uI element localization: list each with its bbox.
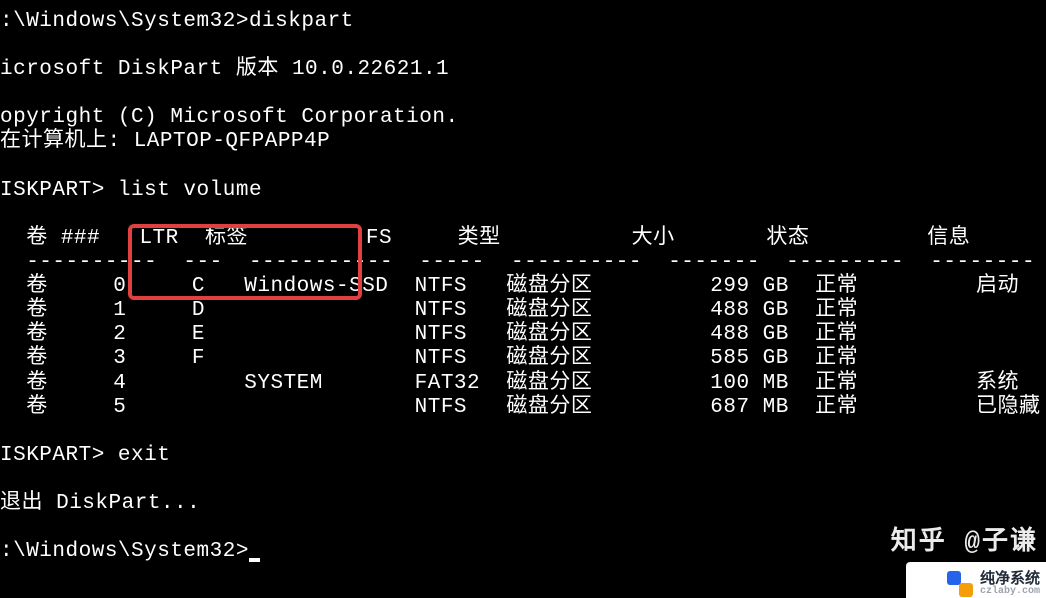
cell-vol: 卷 xyxy=(0,396,48,419)
header-status: 状态 xyxy=(675,227,810,250)
watermark-bottom: 纯净系统 czlaby.com xyxy=(946,570,1040,598)
cell-fs: NTFS xyxy=(388,323,467,346)
computer-line: 在计算机上: LAPTOP-QFPAPP4P xyxy=(0,130,1046,154)
header-vol: 卷 xyxy=(0,227,48,250)
prompt-path: :\Windows\System32> xyxy=(0,540,249,563)
cell-num: 4 xyxy=(48,372,127,395)
blank-line xyxy=(0,516,1046,540)
cell-info: 启动 xyxy=(858,275,1019,298)
cell-fs: NTFS xyxy=(388,347,467,370)
cell-ltr: F xyxy=(126,347,205,370)
exit-message: 退出 DiskPart... xyxy=(0,492,1046,516)
header-num: ### xyxy=(48,227,100,250)
cell-type: 磁盘分区 xyxy=(480,372,592,395)
cell-ltr xyxy=(126,396,205,419)
header-label: 标签 xyxy=(179,227,248,250)
cell-label xyxy=(205,396,388,419)
cell-num: 1 xyxy=(48,299,127,322)
blank-line xyxy=(0,82,1046,106)
cell-size: 585 GB xyxy=(592,347,789,370)
cell-type: 磁盘分区 xyxy=(467,299,592,322)
cell-size: 100 MB xyxy=(592,372,789,395)
table-row: 卷 5 NTFS 磁盘分区 687 MB 正常 已隐藏 xyxy=(0,396,1046,420)
cell-fs: FAT32 xyxy=(388,372,480,395)
cell-status: 正常 xyxy=(789,372,858,395)
cell-size: 488 GB xyxy=(592,299,789,322)
cell-label: Windows-SSD xyxy=(205,275,388,298)
cell-status: 正常 xyxy=(789,275,858,298)
volume-rows: 卷 0 C Windows-SSD NTFS 磁盘分区 299 GB 正常 启动… xyxy=(0,275,1046,420)
command-exit: exit xyxy=(118,444,170,467)
cell-label xyxy=(205,323,388,346)
prompt-line-3[interactable]: ISKPART> exit xyxy=(0,444,1046,468)
table-row: 卷 3 F NTFS 磁盘分区 585 GB 正常 xyxy=(0,347,1046,371)
cell-vol: 卷 xyxy=(0,347,48,370)
header-fs: FS xyxy=(248,227,392,250)
cell-ltr: C xyxy=(126,275,205,298)
cell-fs: NTFS xyxy=(388,396,467,419)
table-row: 卷 0 C Windows-SSD NTFS 磁盘分区 299 GB 正常 启动 xyxy=(0,275,1046,299)
watermark-sub: czlaby.com xyxy=(980,586,1040,598)
header-ltr: LTR xyxy=(100,227,179,250)
command-list-volume: list volume xyxy=(118,179,262,202)
diskpart-prompt: ISKPART> xyxy=(0,444,118,467)
table-row: 卷 4 SYSTEM FAT32 磁盘分区 100 MB 正常 系统 xyxy=(0,372,1046,396)
cell-num: 2 xyxy=(48,323,127,346)
cursor-icon xyxy=(249,558,260,562)
blank-line xyxy=(0,468,1046,492)
cell-label xyxy=(205,299,388,322)
header-type: 类型 xyxy=(392,227,501,250)
cell-type: 磁盘分区 xyxy=(467,396,592,419)
cell-num: 0 xyxy=(48,275,127,298)
cell-size: 687 MB xyxy=(592,396,789,419)
table-row: 卷 1 D NTFS 磁盘分区 488 GB 正常 xyxy=(0,299,1046,323)
cell-ltr: E xyxy=(126,323,205,346)
cell-ltr: D xyxy=(126,299,205,322)
cell-info: 已隐藏 xyxy=(858,396,1040,419)
cell-size: 299 GB xyxy=(592,275,789,298)
watermark-text: 纯净系统 czlaby.com xyxy=(980,571,1040,598)
cell-type: 磁盘分区 xyxy=(467,347,592,370)
cell-vol: 卷 xyxy=(0,372,48,395)
prompt-path: :\Windows\System32> xyxy=(0,10,249,33)
blank-line xyxy=(0,34,1046,58)
blank-line xyxy=(0,155,1046,179)
table-separator: ---------- --- ----------- ----- -------… xyxy=(0,251,1046,275)
cell-num: 5 xyxy=(48,396,127,419)
prompt-line-2[interactable]: ISKPART> list volume xyxy=(0,179,1046,203)
cell-status: 正常 xyxy=(789,347,858,370)
cell-type: 磁盘分区 xyxy=(467,275,592,298)
cell-ltr xyxy=(126,372,205,395)
table-row: 卷 2 E NTFS 磁盘分区 488 GB 正常 xyxy=(0,323,1046,347)
diskpart-prompt: ISKPART> xyxy=(0,179,118,202)
cell-vol: 卷 xyxy=(0,275,48,298)
cell-vol: 卷 xyxy=(0,299,48,322)
blank-line xyxy=(0,203,1046,227)
prompt-line-4[interactable]: :\Windows\System32> xyxy=(0,540,1046,564)
blank-line xyxy=(0,420,1046,444)
cell-info: 系统 xyxy=(858,372,1019,395)
header-size: 大小 xyxy=(501,227,675,250)
prompt-line-1[interactable]: :\Windows\System32>diskpart xyxy=(0,10,1046,34)
copyright-line: opyright (C) Microsoft Corporation. xyxy=(0,106,1046,130)
cell-fs: NTFS xyxy=(388,275,467,298)
cell-label: SYSTEM xyxy=(205,372,388,395)
cell-size: 488 GB xyxy=(592,323,789,346)
cell-type: 磁盘分区 xyxy=(467,323,592,346)
cell-status: 正常 xyxy=(789,323,858,346)
cell-status: 正常 xyxy=(789,396,858,419)
logo-icon xyxy=(946,570,974,598)
cell-vol: 卷 xyxy=(0,323,48,346)
cell-label xyxy=(205,347,388,370)
table-header-row: 卷 ### LTR 标签 FS 类型 大小 状态 信息 xyxy=(0,227,1046,251)
cell-num: 3 xyxy=(48,347,127,370)
command-diskpart: diskpart xyxy=(249,10,354,33)
watermark-zhihu: 知乎 @子谦 xyxy=(891,528,1038,558)
cell-status: 正常 xyxy=(789,299,858,322)
header-info: 信息 xyxy=(809,227,970,250)
cell-fs: NTFS xyxy=(388,299,467,322)
app-version-line: icrosoft DiskPart 版本 10.0.22621.1 xyxy=(0,58,1046,82)
